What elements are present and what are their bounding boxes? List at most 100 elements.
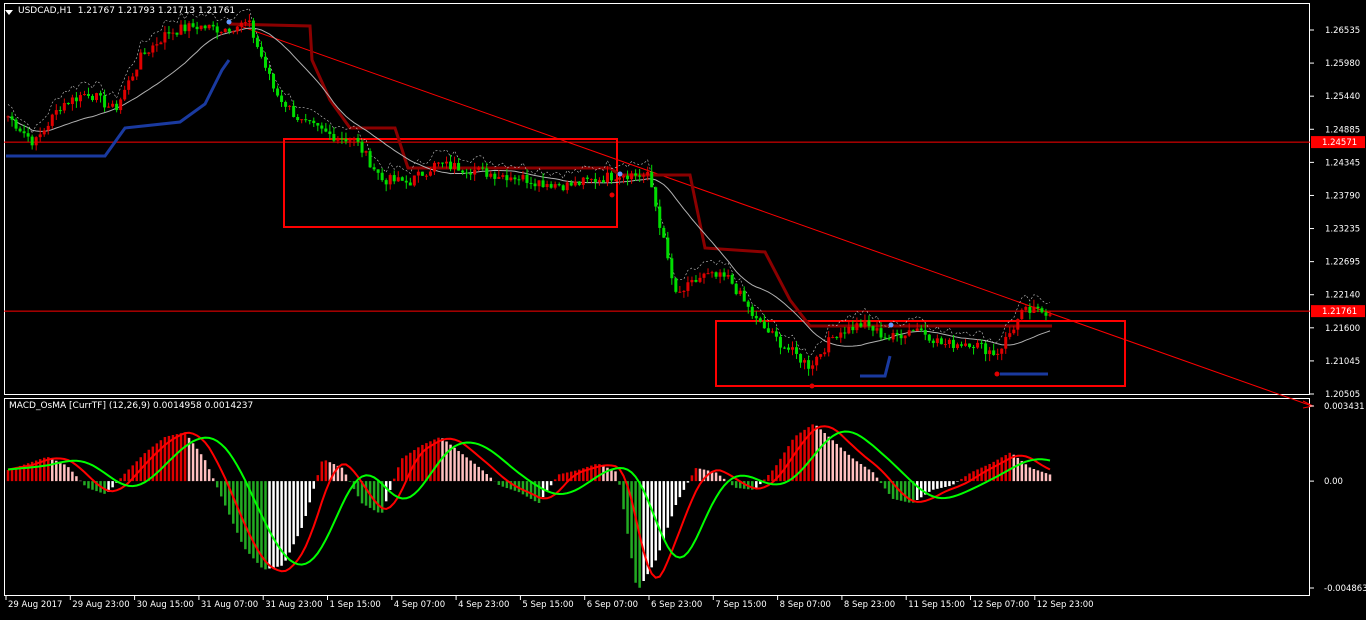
candle-body	[1016, 319, 1020, 330]
candle-body	[565, 182, 569, 191]
candle-body	[658, 206, 662, 228]
candle-body	[585, 177, 589, 180]
candle-body	[1040, 308, 1044, 313]
candle-body	[662, 227, 666, 238]
candle-body	[247, 20, 251, 23]
candle-body	[726, 274, 730, 277]
candle-body	[730, 274, 734, 284]
chart-menu-arrow-icon[interactable]	[5, 10, 13, 15]
support-line-right	[860, 355, 892, 378]
candle-body	[1036, 306, 1040, 309]
candle-body	[175, 32, 179, 35]
candle-body	[927, 334, 931, 341]
candle-body	[412, 175, 416, 186]
candle-body	[95, 93, 99, 101]
candle-body	[1012, 329, 1016, 334]
candle-body	[863, 320, 867, 327]
candle-body	[66, 102, 70, 105]
symbol-title: USDCAD,H1	[18, 6, 72, 16]
price-tick-label: 1.24885	[1325, 125, 1360, 135]
candle-body	[505, 175, 509, 181]
candle-body	[26, 133, 30, 137]
ohlc-values: 1.21767 1.21793 1.21713 1.21761	[77, 6, 236, 16]
candle-body	[38, 134, 42, 138]
candle-body	[754, 315, 758, 319]
candle-body	[215, 26, 219, 33]
candle-body	[111, 103, 115, 107]
chart-header: USDCAD,H1 1.21767 1.21793 1.21713 1.2176…	[18, 6, 235, 16]
candle-body	[70, 97, 74, 105]
candle-body	[30, 136, 34, 146]
candle-body	[163, 32, 167, 43]
candle-body	[835, 337, 839, 339]
candle-body	[525, 174, 529, 183]
time-tick-label: 8 Sep 23:00	[844, 600, 895, 610]
candle-body	[477, 167, 481, 170]
candle-body	[887, 337, 891, 340]
candle-body	[276, 88, 280, 96]
price-tick-label: 1.23790	[1325, 191, 1360, 201]
candle-body	[686, 282, 690, 291]
candle-body	[778, 336, 782, 348]
candle-body	[78, 95, 82, 102]
candle-body	[10, 116, 14, 120]
candle-body	[839, 332, 843, 338]
time-tick-label: 4 Sep 23:00	[458, 600, 509, 610]
candle-body	[1004, 336, 1008, 349]
candle-body	[376, 169, 380, 173]
macd-tick-label: 0.003431	[1324, 402, 1365, 412]
axes-layer: 1.26535 1.25980 1.25440 1.24885 1.24345 1.237…	[5, 26, 1366, 610]
candle-body	[899, 334, 903, 339]
time-tick-label: 5 Sep 15:00	[522, 600, 573, 610]
candle-body	[416, 171, 420, 176]
price-tick-label: 1.25440	[1325, 92, 1360, 102]
candle-body	[855, 323, 859, 331]
candle-body	[968, 343, 972, 347]
candle-body	[457, 162, 461, 171]
candle-body	[388, 175, 392, 185]
candle-body	[171, 32, 175, 34]
macd-subwindow-frame	[4, 398, 1310, 596]
candle-body	[782, 347, 786, 349]
candle-body	[320, 125, 324, 129]
candle-body	[74, 97, 78, 102]
candle-body	[1032, 306, 1036, 313]
chart-canvas[interactable]: 1.26535 1.25980 1.25440 1.24885 1.24345 1.237…	[0, 0, 1366, 616]
candle-body	[690, 279, 694, 283]
candle-body	[340, 138, 344, 140]
candle-body	[131, 76, 135, 81]
price-line-label-2: 1.21761	[1322, 307, 1357, 317]
candle-body	[770, 331, 774, 333]
signal-dot-3	[888, 322, 894, 328]
price-tick-label: 1.21600	[1325, 324, 1360, 334]
dashed-envelope-line	[7, 8, 1051, 358]
candle-body	[155, 44, 159, 46]
candle-body	[714, 272, 718, 277]
candle-body	[396, 177, 400, 182]
candle-body	[332, 134, 336, 141]
time-tick-label: 30 Aug 15:00	[137, 600, 194, 610]
candle-body	[911, 330, 915, 332]
candle-body	[533, 183, 537, 187]
candle-body	[62, 102, 66, 111]
candle-body	[251, 20, 255, 38]
candle-body	[738, 290, 742, 295]
candle-body	[630, 173, 634, 180]
time-tick-label: 7 Sep 15:00	[715, 600, 766, 610]
candle-body	[14, 119, 18, 129]
candle-body	[915, 328, 919, 331]
candle-body	[682, 290, 686, 292]
price-tick-label: 1.22695	[1325, 258, 1360, 268]
candle-body	[951, 339, 955, 348]
candle-body	[368, 151, 372, 168]
candle-body	[678, 291, 682, 293]
time-tick-label: 11 Sep 15:00	[908, 600, 965, 610]
candle-body	[207, 24, 211, 29]
candle-body	[139, 52, 143, 70]
candle-body	[187, 23, 191, 32]
price-layer	[4, 8, 1315, 409]
candle-body	[231, 31, 235, 33]
candle-body	[517, 179, 521, 181]
time-tick-label: 4 Sep 07:00	[394, 600, 445, 610]
candle-body	[263, 56, 267, 68]
